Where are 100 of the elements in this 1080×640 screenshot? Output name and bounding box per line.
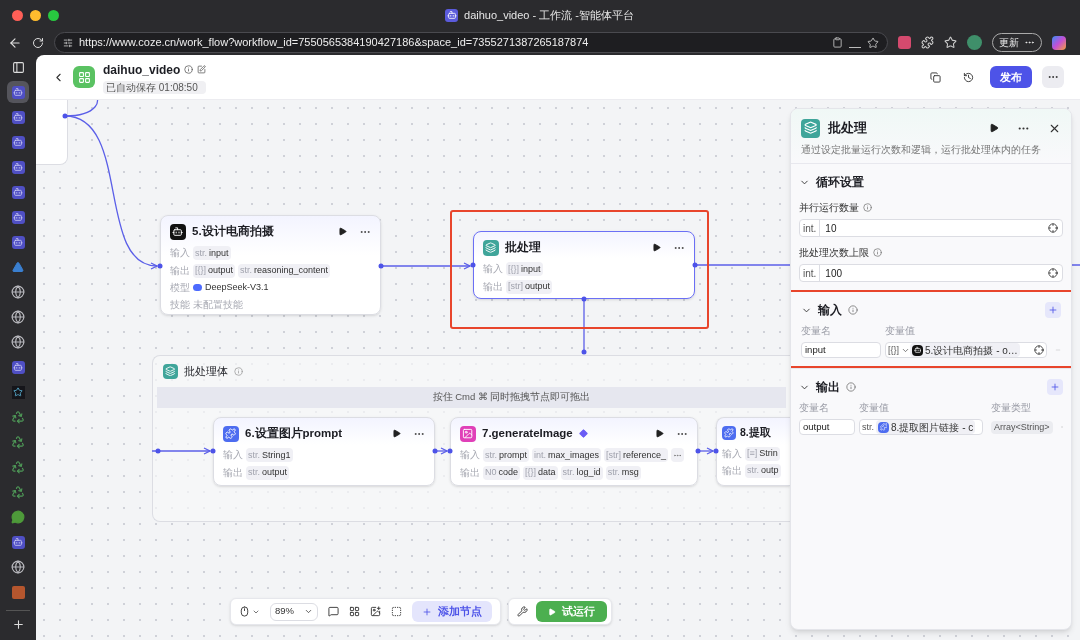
square-icon	[11, 585, 25, 599]
port-type: str.	[747, 464, 759, 478]
field-label: 并行运行数量	[799, 201, 859, 216]
connector	[697, 447, 714, 455]
field-value: 10	[824, 221, 838, 236]
more-button[interactable]	[1042, 66, 1064, 88]
copilot-icon[interactable]	[1052, 35, 1066, 50]
mouse-icon[interactable]	[239, 606, 250, 617]
zoom-select[interactable]: 89%	[270, 602, 318, 621]
favorites-icon[interactable]	[944, 36, 957, 49]
column-header: 变量名	[799, 401, 830, 416]
value-field[interactable]: [{}] 5.设计电商拍摄 - o…	[885, 342, 1047, 359]
sidebar-toggle-icon[interactable]	[11, 61, 25, 74]
node-card[interactable]: 批处理 输入 [{}] input 输出 [str] output	[473, 231, 695, 299]
profile-avatar[interactable]	[967, 35, 982, 50]
puzzle-icon[interactable]	[921, 36, 934, 49]
node-title: 7.generateImage	[482, 426, 573, 441]
port-type: str.	[562, 465, 575, 479]
add-node-button[interactable]: 添加节点	[412, 601, 492, 622]
robot-icon	[912, 344, 923, 356]
column-header: 变量名	[801, 324, 832, 339]
port-type: int.	[534, 448, 547, 462]
play-icon	[548, 607, 556, 616]
globe-icon	[11, 335, 25, 349]
favorite-icon[interactable]	[867, 36, 879, 49]
panel-description: 通过设定批量运行次数和逻辑，运行批处理体内的任务	[801, 143, 1042, 157]
reference-text: 5.设计电商拍摄 - o…	[925, 343, 1018, 358]
target-icon[interactable]	[1048, 223, 1058, 234]
wrench-icon[interactable]	[517, 606, 528, 617]
port-name: input	[521, 262, 541, 276]
layers-icon	[483, 239, 499, 256]
node-card[interactable]: 5.设计电商拍摄 输入 str. input 输出 [{}] output str. reasoning_content 模型 DeepSeek-V3.1 技能 未配置技能	[160, 215, 381, 315]
back-icon[interactable]	[8, 35, 22, 50]
target-icon[interactable]	[1048, 268, 1058, 279]
clipboard-icon[interactable]	[832, 37, 843, 48]
minimap-icon[interactable]	[391, 606, 402, 617]
address-bar[interactable]: https://www.coze.cn/work_flow?workflow_id=7550565384190427186&space_id=7355271387265187874	[54, 32, 888, 53]
node-card[interactable]: 6.设置图片prompt 输入 str. String1 输出 str. output	[213, 417, 435, 486]
recycle-icon	[11, 435, 25, 449]
value-field[interactable]: str. 8.提取图片链接 - c	[859, 419, 983, 436]
info-icon	[848, 305, 858, 316]
port-name: input	[209, 246, 229, 260]
recycle-icon	[11, 410, 25, 424]
port-type: [{}]	[525, 465, 537, 479]
url-text: https://www.coze.cn/work_flow?workflow_id=7550565384190427186&space_id=7355271387265187874	[79, 35, 589, 51]
info-icon	[873, 248, 882, 258]
history-icon[interactable]	[963, 71, 974, 83]
number-field[interactable]: int. 100	[799, 264, 1063, 283]
app-icon	[11, 535, 25, 549]
run-icon[interactable]	[338, 227, 347, 237]
run-icon[interactable]	[989, 123, 999, 133]
port-type: N0	[485, 465, 497, 479]
app-icon	[11, 110, 25, 124]
publish-button[interactable]: 发布	[990, 66, 1032, 88]
name-field[interactable]: output	[799, 419, 855, 436]
app-icon	[445, 8, 458, 22]
image-icon[interactable]	[370, 606, 381, 617]
node-card[interactable]: 7.generateImage 输入 str. prompt int. max_images [str] reference_ 输出 N0 code [{}] data str. log_id str. msg	[450, 417, 698, 486]
reload-icon[interactable]	[32, 36, 44, 49]
star-icon	[11, 385, 25, 399]
run-icon[interactable]	[652, 243, 661, 253]
close-light[interactable]	[12, 9, 23, 21]
type-label: int.	[800, 265, 821, 282]
recycle-icon	[11, 485, 25, 499]
node-title: 批处理	[505, 240, 541, 255]
hint-text: 按住 Cmd ⌘ 同时拖拽节点即可拖出	[431, 390, 591, 405]
number-field[interactable]: int. 10	[799, 219, 1063, 238]
name-field[interactable]: input	[801, 342, 881, 359]
port-type: str.	[240, 263, 253, 277]
port-name: msg	[621, 465, 639, 479]
new-tab-icon[interactable]	[11, 618, 25, 631]
app-icon	[11, 185, 25, 199]
info-icon	[234, 366, 243, 376]
port-name: max_images	[548, 448, 600, 462]
port-name: code	[498, 465, 519, 479]
type-label: [{}]	[887, 343, 900, 357]
target-icon[interactable]	[1034, 345, 1044, 356]
section-title: 输入	[818, 302, 842, 318]
copy-icon[interactable]	[930, 71, 941, 83]
run-icon[interactable]	[392, 429, 401, 439]
port-name: outp	[761, 464, 779, 478]
node-card[interactable]: 8.提取 输入 [≡] Strin 输出 str. outp	[716, 417, 790, 486]
node-card[interactable]	[36, 100, 68, 165]
type-label: int.	[800, 220, 821, 237]
puzzle-icon	[223, 425, 239, 442]
column-header: 变量类型	[991, 401, 1032, 416]
chat-icon	[11, 510, 25, 524]
port-type: [str]	[508, 279, 523, 293]
vertical-tab[interactable]	[7, 81, 29, 103]
autosave-badge: 已自动保存 01:08:50	[103, 80, 207, 94]
port-name: output	[262, 465, 288, 479]
zoom-light[interactable]	[48, 9, 59, 21]
body-title: 批处理体	[184, 363, 228, 379]
layout-icon[interactable]	[349, 606, 360, 617]
minimize-light[interactable]	[30, 9, 41, 21]
comment-icon[interactable]	[328, 606, 339, 617]
site-info-icon[interactable]	[63, 37, 73, 48]
edit-icon[interactable]	[197, 65, 207, 74]
app-icon	[11, 360, 25, 374]
run-icon[interactable]	[655, 429, 664, 439]
